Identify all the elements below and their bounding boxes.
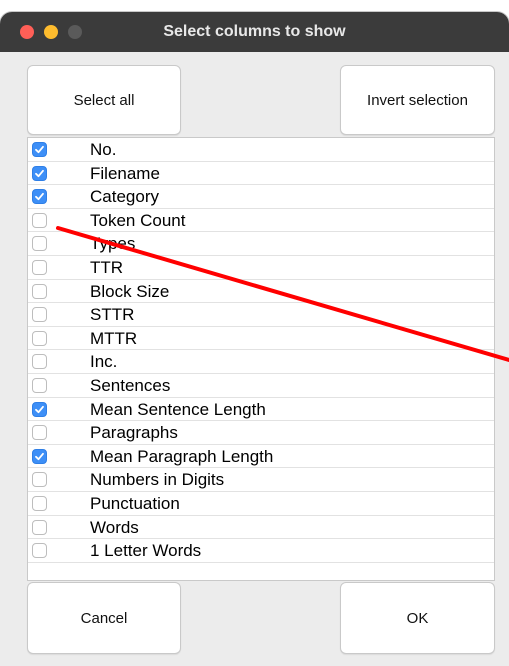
checkmark-icon <box>35 405 44 413</box>
column-row[interactable]: Block Size <box>28 280 494 304</box>
column-row[interactable]: Mean Sentence Length <box>28 398 494 422</box>
checkbox-checked[interactable] <box>32 189 47 205</box>
column-row[interactable]: Numbers in Digits <box>28 468 494 492</box>
column-row[interactable]: 1 Letter Words <box>28 539 494 563</box>
checkbox-unchecked[interactable] <box>32 212 47 228</box>
column-row[interactable]: Token Count <box>28 209 494 233</box>
checkbox-unchecked[interactable] <box>32 354 47 370</box>
column-row[interactable]: TTR <box>28 256 494 280</box>
column-label: Types <box>90 234 136 254</box>
checkbox-checked[interactable] <box>32 142 47 157</box>
column-label: STTR <box>90 305 135 325</box>
select-all-button[interactable]: Select all <box>27 65 181 135</box>
checkbox-unchecked[interactable] <box>32 543 47 559</box>
column-row[interactable]: Category <box>28 185 494 209</box>
column-label: TTR <box>90 258 124 277</box>
column-label: Mean Paragraph Length <box>90 446 274 466</box>
checkbox-unchecked[interactable] <box>32 425 47 441</box>
checkbox-checked[interactable] <box>32 448 47 464</box>
column-row[interactable]: Inc. <box>28 350 494 374</box>
column-row[interactable]: No. <box>28 138 494 162</box>
column-label: No. <box>90 140 117 159</box>
column-label: Block Size <box>90 281 170 301</box>
column-label: Inc. <box>90 352 118 372</box>
column-row[interactable]: Paragraphs <box>28 421 494 445</box>
checkmark-icon <box>35 145 44 154</box>
column-row[interactable]: Types <box>28 232 494 256</box>
column-row[interactable]: STTR <box>28 303 494 327</box>
checkmark-icon <box>35 193 44 201</box>
invert-selection-button[interactable]: Invert selection <box>340 65 495 135</box>
column-label: Punctuation <box>90 494 180 513</box>
column-label: 1 Letter Words <box>90 541 202 561</box>
checkmark-icon <box>35 169 44 177</box>
checkbox-unchecked[interactable] <box>32 496 47 511</box>
checkbox-unchecked[interactable] <box>32 307 47 323</box>
checkmark-icon <box>35 452 44 460</box>
column-list[interactable]: No. Filename Category Token Count Types TTR Bl… <box>27 137 495 581</box>
checkbox-checked[interactable] <box>32 165 47 181</box>
column-label: Category <box>90 187 159 207</box>
column-label: Sentences <box>90 376 171 395</box>
dialog-window: Select columns to show Select all Invert… <box>0 12 509 666</box>
checkbox-unchecked[interactable] <box>32 472 47 488</box>
window-title: Select columns to show <box>163 23 346 40</box>
column-label: Numbers in Digits <box>90 470 225 490</box>
checkbox-unchecked[interactable] <box>32 283 47 299</box>
column-row[interactable]: Mean Paragraph Length <box>28 445 494 469</box>
column-row[interactable]: Words <box>28 516 494 540</box>
column-label: Paragraphs <box>90 423 178 443</box>
column-label: MTTR <box>90 328 138 348</box>
column-row[interactable]: Sentences <box>28 374 494 398</box>
cancel-button[interactable]: Cancel <box>27 582 181 654</box>
ok-button[interactable]: OK <box>340 582 495 654</box>
checkbox-unchecked[interactable] <box>32 330 47 346</box>
column-row[interactable]: Filename <box>28 162 494 186</box>
column-row[interactable]: Punctuation <box>28 492 494 516</box>
checkbox-unchecked[interactable] <box>32 236 47 252</box>
column-label: Words <box>90 517 139 537</box>
checkbox-unchecked[interactable] <box>32 378 47 393</box>
column-label: Filename <box>90 163 160 183</box>
column-label: Token Count <box>90 210 186 230</box>
column-row[interactable]: MTTR <box>28 327 494 351</box>
checkbox-unchecked[interactable] <box>32 260 47 275</box>
column-label: Mean Sentence Length <box>90 399 266 419</box>
checkbox-unchecked[interactable] <box>32 519 47 535</box>
title-bar: Select columns to show <box>0 12 509 52</box>
checkbox-checked[interactable] <box>32 401 47 417</box>
